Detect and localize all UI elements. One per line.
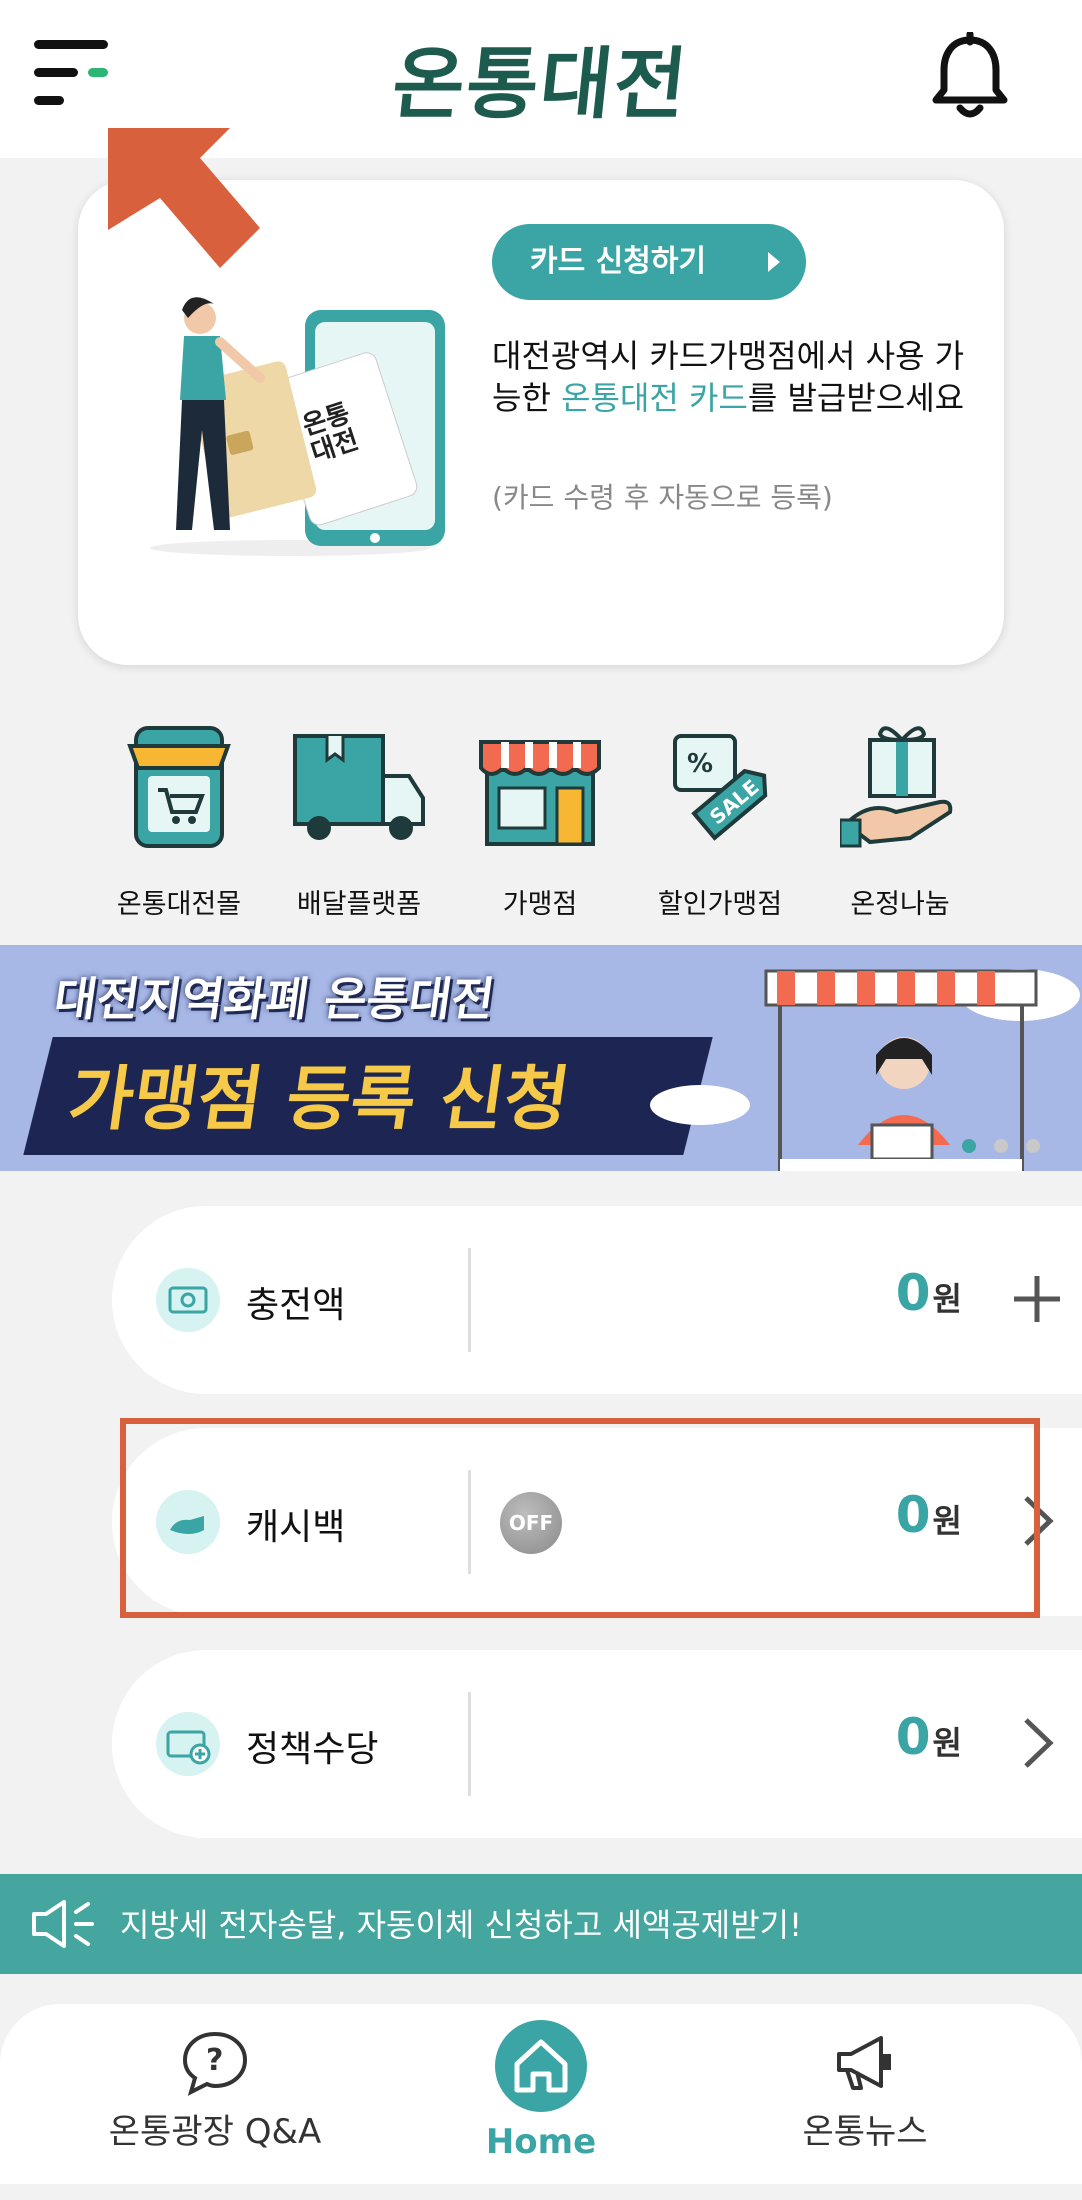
nav-label: 온통광장 Q&A bbox=[108, 2112, 322, 2152]
banner-line-2: 가맹점 등록 신청 bbox=[63, 1058, 575, 1140]
category-label: 배달플랫폼 bbox=[296, 889, 422, 920]
svg-text:%: % bbox=[687, 749, 713, 779]
delivery-truck-icon bbox=[293, 734, 425, 840]
currency-unit: 원 bbox=[932, 1280, 962, 1318]
divider bbox=[468, 1692, 471, 1796]
category-store[interactable]: 가맹점 bbox=[440, 720, 640, 921]
home-icon bbox=[514, 2039, 568, 2093]
question-chat-icon: ? bbox=[182, 2031, 248, 2096]
category-label: 할인가맹점 bbox=[657, 889, 783, 920]
category-mall[interactable]: 온통대전몰 bbox=[79, 720, 279, 921]
balance-row-policy[interactable]: 정책수당 0원 bbox=[112, 1650, 1082, 1838]
sale-tag-icon: % SALE bbox=[673, 734, 768, 841]
promo-text-2: 를 발급받으세요 bbox=[747, 379, 965, 417]
speaker-icon bbox=[32, 1900, 94, 1948]
nav-qa[interactable]: ? 온통광장 Q&A bbox=[90, 2020, 340, 2200]
page-dot-active[interactable] bbox=[962, 1139, 976, 1153]
nav-label: 온통뉴스 bbox=[802, 2112, 928, 2152]
plus-icon[interactable] bbox=[1004, 1266, 1070, 1332]
money-plus-icon bbox=[156, 1712, 220, 1776]
notice-bar[interactable]: 지방세 전자송달, 자동이체 신청하고 세액공제받기! bbox=[0, 1874, 1082, 1974]
card-apply-button[interactable]: 카드 신청하기 bbox=[492, 224, 806, 300]
card-phone-illustration: 온통 대전 bbox=[150, 297, 445, 556]
promo-description: 대전광역시 카드가맹점에서 사용 가능한 온통대전 카드를 발급받으세요 bbox=[492, 335, 972, 419]
category-donation[interactable]: 온정나눔 bbox=[800, 720, 1000, 921]
category-label: 가맹점 bbox=[502, 889, 578, 920]
highlight-annotation-box bbox=[120, 1418, 1040, 1618]
divider bbox=[468, 1248, 471, 1352]
banner-line-1: 대전지역화폐 온통대전 bbox=[50, 972, 498, 1026]
nav-home[interactable]: Home bbox=[420, 2004, 662, 2184]
bell-icon[interactable] bbox=[930, 32, 1010, 122]
notice-text: 지방세 전자송달, 자동이체 신청하고 세액공제받기! bbox=[120, 1906, 802, 1944]
category-label: 온정나눔 bbox=[850, 889, 950, 920]
category-discount-store[interactable]: % SALE 할인가맹점 bbox=[620, 720, 820, 921]
promo-text-highlight: 온통대전 카드 bbox=[561, 379, 748, 417]
page-dot[interactable] bbox=[1026, 1139, 1040, 1153]
chevron-right-icon[interactable] bbox=[1004, 1710, 1070, 1776]
balance-row-charge[interactable]: 충전액 0원 bbox=[112, 1206, 1082, 1394]
nav-news[interactable]: 온통뉴스 bbox=[740, 2020, 990, 2200]
promo-note: (카드 수령 후 자동으로 등록) bbox=[492, 481, 833, 514]
app-logo: 온통대전 bbox=[388, 40, 693, 130]
merchant-register-banner[interactable]: 대전지역화폐 온통대전 가맹점 등록 신청 bbox=[0, 945, 1082, 1171]
balance-amount: 0원 bbox=[896, 1708, 962, 1766]
category-delivery[interactable]: 배달플랫폼 bbox=[259, 720, 459, 921]
gift-hand-icon bbox=[838, 726, 953, 848]
home-circle bbox=[495, 2020, 587, 2112]
svg-text:?: ? bbox=[206, 2043, 223, 2078]
page-dot[interactable] bbox=[994, 1139, 1008, 1153]
megaphone-icon bbox=[837, 2036, 891, 2090]
balance-amount: 0원 bbox=[896, 1264, 962, 1322]
balance-name: 충전액 bbox=[246, 1285, 346, 1326]
storefront-illustration bbox=[650, 969, 1080, 1171]
amount-value: 0 bbox=[895, 1708, 931, 1766]
card-apply-label: 카드 신청하기 bbox=[530, 244, 707, 279]
store-icon bbox=[479, 740, 601, 846]
shopping-cart-phone-icon bbox=[127, 726, 231, 848]
currency-unit: 원 bbox=[932, 1724, 962, 1762]
category-label: 온통대전몰 bbox=[116, 889, 242, 920]
pointer-arrow-icon bbox=[108, 128, 260, 268]
amount-value: 0 bbox=[895, 1264, 931, 1322]
money-icon bbox=[156, 1268, 220, 1332]
play-arrow-icon bbox=[768, 252, 780, 272]
balance-name: 정책수당 bbox=[246, 1729, 379, 1770]
nav-label: Home bbox=[485, 2122, 597, 2162]
